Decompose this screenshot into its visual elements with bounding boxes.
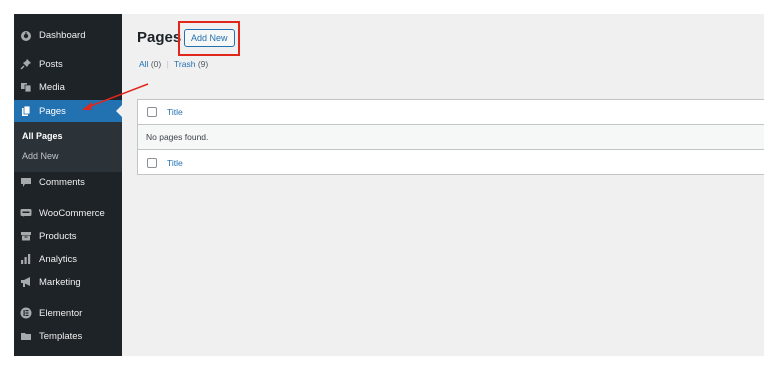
archive-icon — [20, 230, 32, 242]
sidebar-item-pages[interactable]: Pages — [14, 100, 122, 122]
sidebar-item-label: Media — [39, 81, 65, 93]
comment-icon — [20, 176, 32, 188]
filter-all-link[interactable]: All — [139, 59, 148, 69]
bar-chart-icon — [20, 253, 32, 265]
title-column-header[interactable]: Title — [167, 107, 183, 117]
sidebar-item-analytics[interactable]: Analytics — [14, 248, 122, 270]
status-filter-links: All (0) | Trash (9) — [139, 59, 208, 69]
sidebar-item-products[interactable]: Products — [14, 225, 122, 247]
select-all-checkbox-footer[interactable] — [147, 157, 157, 168]
no-pages-message: No pages found. — [146, 132, 209, 142]
sidebar-item-posts[interactable]: Posts — [14, 53, 122, 75]
folder-icon — [20, 330, 32, 342]
sidebar-item-elementor[interactable]: Elementor — [14, 302, 122, 324]
sidebar-item-label: Marketing — [39, 276, 81, 288]
sidebar-item-media[interactable]: Media — [14, 76, 122, 98]
filter-separator: | — [166, 59, 169, 69]
sidebar-item-label: Dashboard — [39, 29, 86, 41]
wp-admin-screen: Dashboard Posts Media Pages All Pages Ad… — [14, 14, 764, 356]
title-column-footer[interactable]: Title — [167, 158, 183, 168]
filter-all-count: (0) — [150, 59, 162, 69]
sidebar-item-label: Pages — [39, 105, 66, 117]
sidebar-item-templates[interactable]: Templates — [14, 325, 122, 347]
table-header-row: Title — [138, 100, 764, 125]
pages-list-table: Title No pages found. Title — [137, 99, 764, 175]
submenu-add-new[interactable]: Add New — [22, 151, 59, 161]
sidebar-item-marketing[interactable]: Marketing — [14, 271, 122, 293]
filter-trash-count: (9) — [197, 59, 209, 69]
woocommerce-icon — [20, 207, 32, 219]
page-title: Pages — [137, 29, 182, 46]
sidebar-item-label: Products — [39, 230, 77, 242]
add-new-button[interactable]: Add New — [184, 29, 235, 47]
annotation-arrow — [82, 83, 149, 110]
sidebar-item-woocommerce[interactable]: WooCommerce — [14, 202, 122, 224]
sidebar-item-label: Posts — [39, 58, 63, 70]
table-row: No pages found. — [138, 125, 764, 150]
pages-submenu: All Pages Add New — [14, 122, 122, 172]
filter-trash-link[interactable]: Trash — [174, 59, 195, 69]
media-icon — [20, 81, 32, 93]
sidebar-item-label: Comments — [39, 176, 85, 188]
megaphone-icon — [20, 276, 32, 288]
sidebar-item-comments[interactable]: Comments — [14, 171, 122, 193]
sidebar-item-label: WooCommerce — [39, 207, 105, 219]
dashboard-icon — [20, 29, 32, 41]
select-all-checkbox[interactable] — [147, 107, 157, 117]
sidebar-item-dashboard[interactable]: Dashboard — [14, 24, 122, 46]
admin-sidebar: Dashboard Posts Media Pages All Pages Ad… — [14, 14, 122, 356]
sidebar-item-label: Elementor — [39, 307, 83, 319]
sidebar-item-label: Templates — [39, 330, 83, 342]
elementor-icon — [20, 307, 32, 319]
pin-icon — [20, 58, 32, 70]
sidebar-item-label: Analytics — [39, 253, 78, 265]
submenu-all-pages[interactable]: All Pages — [22, 131, 63, 141]
table-footer-row: Title — [138, 150, 764, 175]
page-icon — [20, 105, 32, 117]
